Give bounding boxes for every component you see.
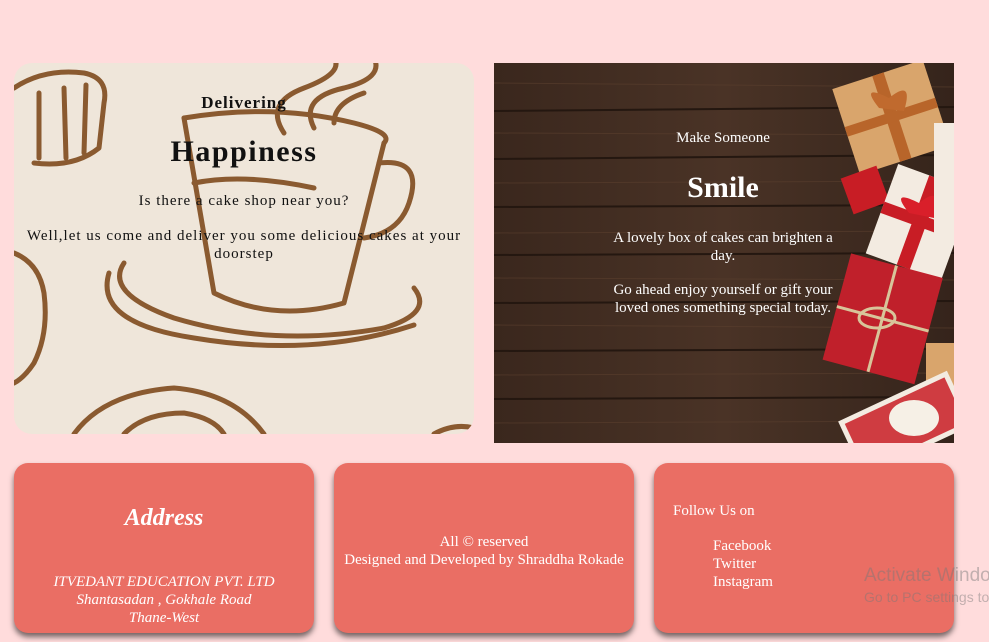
address-box: Address ITVEDANT EDUCATION PVT. LTD Shan… (14, 463, 314, 633)
make-someone-heading: Make Someone (676, 130, 770, 146)
make-someone-smile-card: Make Someone Smile A lovely box of cakes… (494, 63, 954, 443)
activate-windows-watermark: Activate Windows Go to PC settings to ac… (864, 565, 989, 605)
follow-us-title: Follow Us on (673, 503, 755, 519)
activate-windows-title: Activate Windows (864, 565, 989, 586)
instagram-link[interactable]: Instagram (713, 573, 773, 591)
delivering-heading: Delivering (201, 93, 287, 112)
follow-us-box: Follow Us on Facebook Twitter Instagram (654, 463, 954, 633)
address-line-street: Shantasadan , Gokhale Road (76, 592, 252, 608)
address-line-company: ITVEDANT EDUCATION PVT. LTD (53, 574, 275, 590)
twitter-link[interactable]: Twitter (713, 555, 773, 573)
brighten-day-text: A lovely box of cakes can brighten a day… (613, 230, 833, 264)
delivering-happiness-card: Delivering Happiness Is there a cake sho… (14, 63, 474, 434)
address-lines: ITVEDANT EDUCATION PVT. LTD Shantasadan … (14, 573, 314, 627)
copyright-text: All © reserved Designed and Developed by… (334, 533, 634, 569)
facebook-link[interactable]: Facebook (713, 537, 773, 555)
delivery-description: Well,let us come and deliver you some de… (26, 228, 462, 262)
gift-text: Go ahead enjoy yourself or gift your lov… (613, 282, 833, 316)
smile-heading: Smile (687, 171, 759, 204)
cake-shop-question: Is there a cake shop near you? (138, 193, 350, 209)
address-line-city: Thane-West (128, 610, 200, 626)
social-links: Facebook Twitter Instagram (713, 537, 773, 591)
happiness-heading: Happiness (170, 135, 318, 168)
activate-windows-subtitle: Go to PC settings to activate Windows. (864, 589, 989, 605)
address-title: Address (124, 505, 204, 531)
rights-reserved-text: All © reserved (439, 534, 529, 550)
designer-credit-text: Designed and Developed by Shraddha Rokad… (344, 552, 624, 568)
copyright-box: All © reserved Designed and Developed by… (334, 463, 634, 633)
